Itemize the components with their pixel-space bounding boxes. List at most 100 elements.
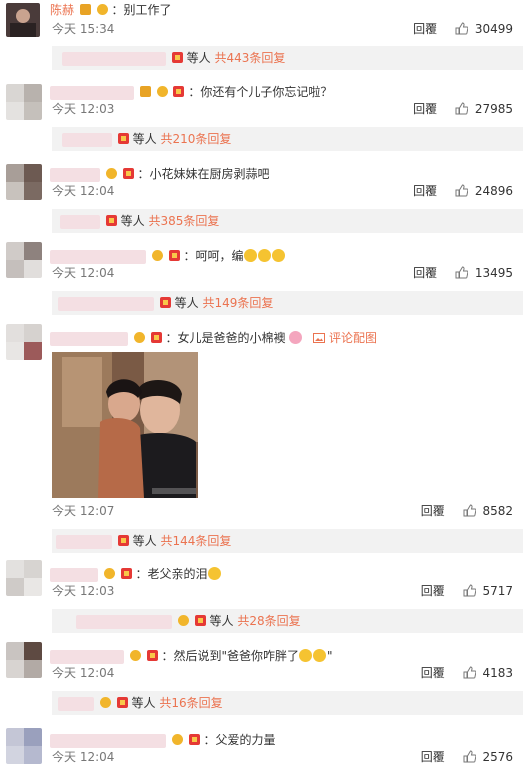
tears-emoji-icon	[207, 567, 221, 580]
thumbs-up-icon[interactable]	[455, 266, 468, 279]
image-icon[interactable]	[313, 333, 326, 343]
sub-replies-bar[interactable]: 等人 共28条回复	[52, 609, 523, 633]
comment-item: ：父爱的力量 今天 12:04 回覆 2576	[0, 726, 529, 768]
sub-reply-count[interactable]: 共385条回复	[149, 214, 220, 228]
comment-time: 12:04	[79, 184, 115, 198]
vip-badge-icon	[171, 52, 183, 63]
comment-item: ：老父亲的泪 今天 12:03 回覆 5717	[0, 560, 529, 604]
sub-reply-prefix: 等人	[132, 534, 157, 548]
avatar[interactable]	[6, 324, 42, 360]
comment-author[interactable]	[50, 649, 124, 664]
comment-text-end: "	[327, 649, 333, 663]
comment-item: ：女儿是爸爸的小棉襖 评论配图 今天 12:07 回覆 8582	[0, 322, 529, 522]
comment-time: 12:04	[79, 666, 115, 680]
comment-author[interactable]	[50, 249, 146, 264]
vip-crown-icon	[156, 86, 168, 97]
comment-time: 15:34	[79, 22, 115, 36]
medal-badge-icon	[188, 734, 200, 745]
comment-item: ：然后说到"爸爸你咋胖了 " 今天 12:04 回覆 4183	[0, 642, 529, 686]
avatar[interactable]	[6, 560, 42, 596]
sub-reply-prefix: 等人	[174, 296, 199, 310]
thumbs-up-icon[interactable]	[463, 584, 476, 597]
comment-picture-link[interactable]: 评论配图	[329, 331, 377, 345]
avatar[interactable]	[6, 84, 42, 120]
comment-date: 今天	[52, 184, 77, 198]
sub-replies-bar[interactable]: 等人 共144条回复	[52, 529, 523, 553]
comment-item: ：呵呵，编 今天 12:04 回覆 13495	[0, 242, 529, 286]
reply-button[interactable]: 回覆	[413, 266, 437, 280]
vip-crown-icon	[103, 568, 115, 579]
thumbs-up-icon[interactable]	[463, 666, 476, 679]
comment-time: 12:03	[79, 102, 115, 116]
sub-reply-count[interactable]: 共149条回复	[203, 296, 274, 310]
sub-replies-bar[interactable]: 等人 共443条回复	[52, 46, 523, 70]
sub-replies-bar[interactable]: 等人 共385条回复	[52, 209, 523, 233]
comment-date: 今天	[52, 504, 77, 518]
pig-emoji-icon	[289, 331, 303, 344]
avatar[interactable]	[6, 164, 42, 200]
sub-replies-bar[interactable]: 等人 共210条回复	[52, 127, 523, 151]
thumbs-up-icon[interactable]	[455, 22, 468, 35]
comment-text: ：你还有个儿子你忘记啦？	[188, 85, 333, 99]
vip-badge-icon	[117, 535, 129, 546]
like-count: 13495	[474, 266, 513, 280]
thumbs-up-icon[interactable]	[463, 504, 476, 517]
thumbs-up-icon[interactable]	[463, 750, 476, 763]
comment-author[interactable]	[50, 733, 166, 748]
comment-text: ：女儿是爸爸的小棉襖	[165, 331, 286, 345]
comment-author[interactable]	[50, 167, 100, 182]
comment-text: ：老父亲的泪	[135, 567, 208, 581]
vip-crown-icon	[105, 168, 117, 179]
reply-button[interactable]: 回覆	[413, 22, 437, 36]
sub-reply-count[interactable]: 共210条回复	[161, 132, 232, 146]
vip-crown-icon	[151, 250, 163, 261]
comment-time: 12:04	[79, 750, 115, 764]
verified-badge-icon	[79, 4, 91, 15]
reply-button[interactable]: 回覆	[421, 666, 445, 680]
reply-button[interactable]: 回覆	[421, 750, 445, 764]
reply-button[interactable]: 回覆	[413, 102, 437, 116]
reply-button[interactable]: 回覆	[421, 584, 445, 598]
thumbs-up-icon[interactable]	[455, 102, 468, 115]
reply-button[interactable]: 回覆	[421, 504, 445, 518]
medal-badge-icon	[150, 332, 162, 343]
medal-badge-icon	[146, 650, 158, 661]
sub-replies-bar[interactable]: 等人 共16条回复	[52, 691, 523, 715]
vip-crown-icon	[171, 734, 183, 745]
comment-text: ：别工作了	[111, 3, 172, 17]
vip-badge-icon	[116, 697, 128, 708]
sub-reply-count[interactable]: 共16条回复	[159, 696, 222, 710]
comment-date: 今天	[52, 266, 77, 280]
thumbs-up-icon[interactable]	[455, 184, 468, 197]
like-count: 4183	[482, 666, 513, 680]
like-count: 2576	[482, 750, 513, 764]
comment-author[interactable]	[50, 567, 98, 582]
like-count: 5717	[482, 584, 513, 598]
like-count: 24896	[474, 184, 513, 198]
comment-date: 今天	[52, 102, 77, 116]
vip-crown-icon	[99, 697, 111, 708]
sub-replies-bar[interactable]: 等人 共149条回复	[52, 291, 523, 315]
avatar[interactable]	[6, 3, 40, 37]
sub-reply-count[interactable]: 共28条回复	[237, 614, 300, 628]
comment-item: ：你还有个儿子你忘记啦？ 今天 12:03 回覆 27985	[0, 80, 529, 124]
sub-reply-prefix: 等人	[131, 696, 156, 710]
comment-author[interactable]	[50, 331, 128, 346]
comment-text: ：呵呵，编	[183, 249, 244, 263]
reply-button[interactable]: 回覆	[413, 184, 437, 198]
vip-crown-icon	[177, 615, 189, 626]
comment-time: 12:03	[79, 584, 115, 598]
comment-author[interactable]	[50, 85, 134, 100]
avatar[interactable]	[6, 642, 42, 678]
comment-date: 今天	[52, 584, 77, 598]
sub-reply-prefix: 等人	[209, 614, 234, 628]
avatar[interactable]	[6, 242, 42, 278]
sub-reply-count[interactable]: 共144条回复	[161, 534, 232, 548]
comment-author[interactable]: 陈赫	[50, 3, 74, 17]
comment-photo[interactable]	[52, 352, 198, 498]
vip-badge-icon	[105, 215, 117, 226]
avatar[interactable]	[6, 728, 42, 764]
comment-text: ：父爱的力量	[203, 733, 276, 747]
sub-reply-count[interactable]: 共443条回复	[215, 51, 286, 65]
laugh-emoji-icon	[313, 649, 327, 662]
